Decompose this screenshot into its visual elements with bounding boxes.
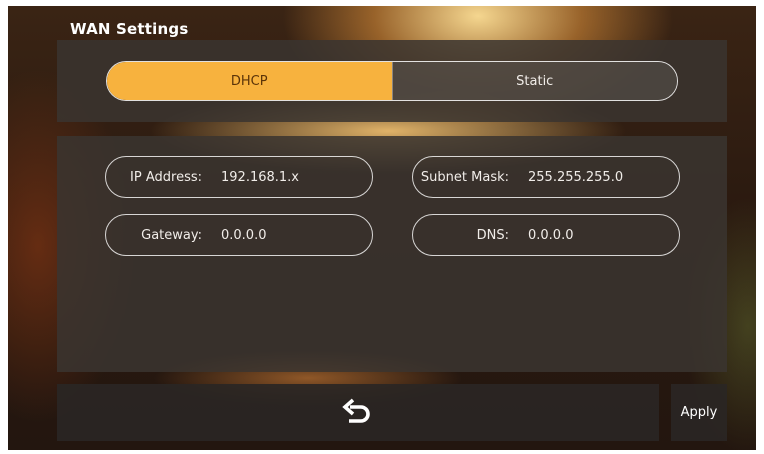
dns-field[interactable]: DNS: 0.0.0.0 [412, 214, 680, 256]
network-fields-panel: IP Address: 192.168.1.x Subnet Mask: 255… [57, 136, 727, 372]
subnet-mask-label: Subnet Mask: [420, 169, 509, 185]
gateway-field[interactable]: Gateway: 0.0.0.0 [105, 214, 373, 256]
dns-value: 0.0.0.0 [528, 227, 574, 243]
subnet-mask-value: 255.255.255.0 [528, 169, 624, 185]
connection-mode-toggle: DHCP Static [106, 61, 678, 101]
ip-address-label: IP Address: [130, 169, 202, 185]
mode-panel: DHCP Static [57, 40, 727, 122]
static-option[interactable]: Static [391, 62, 677, 100]
apply-button[interactable]: Apply [671, 384, 727, 441]
page-title: WAN Settings [70, 20, 189, 38]
subnet-mask-field[interactable]: Subnet Mask: 255.255.255.0 [412, 156, 680, 198]
gateway-value: 0.0.0.0 [221, 227, 267, 243]
back-arrow-icon [342, 398, 370, 423]
dhcp-option[interactable]: DHCP [107, 62, 392, 100]
dns-label: DNS: [476, 227, 509, 243]
ip-address-field[interactable]: IP Address: 192.168.1.x [105, 156, 373, 198]
ip-address-value: 192.168.1.x [221, 169, 299, 185]
back-button[interactable] [57, 384, 659, 441]
gateway-label: Gateway: [141, 227, 202, 243]
wan-settings-screen: WAN Settings DHCP Static IP Address: 192… [8, 6, 756, 450]
